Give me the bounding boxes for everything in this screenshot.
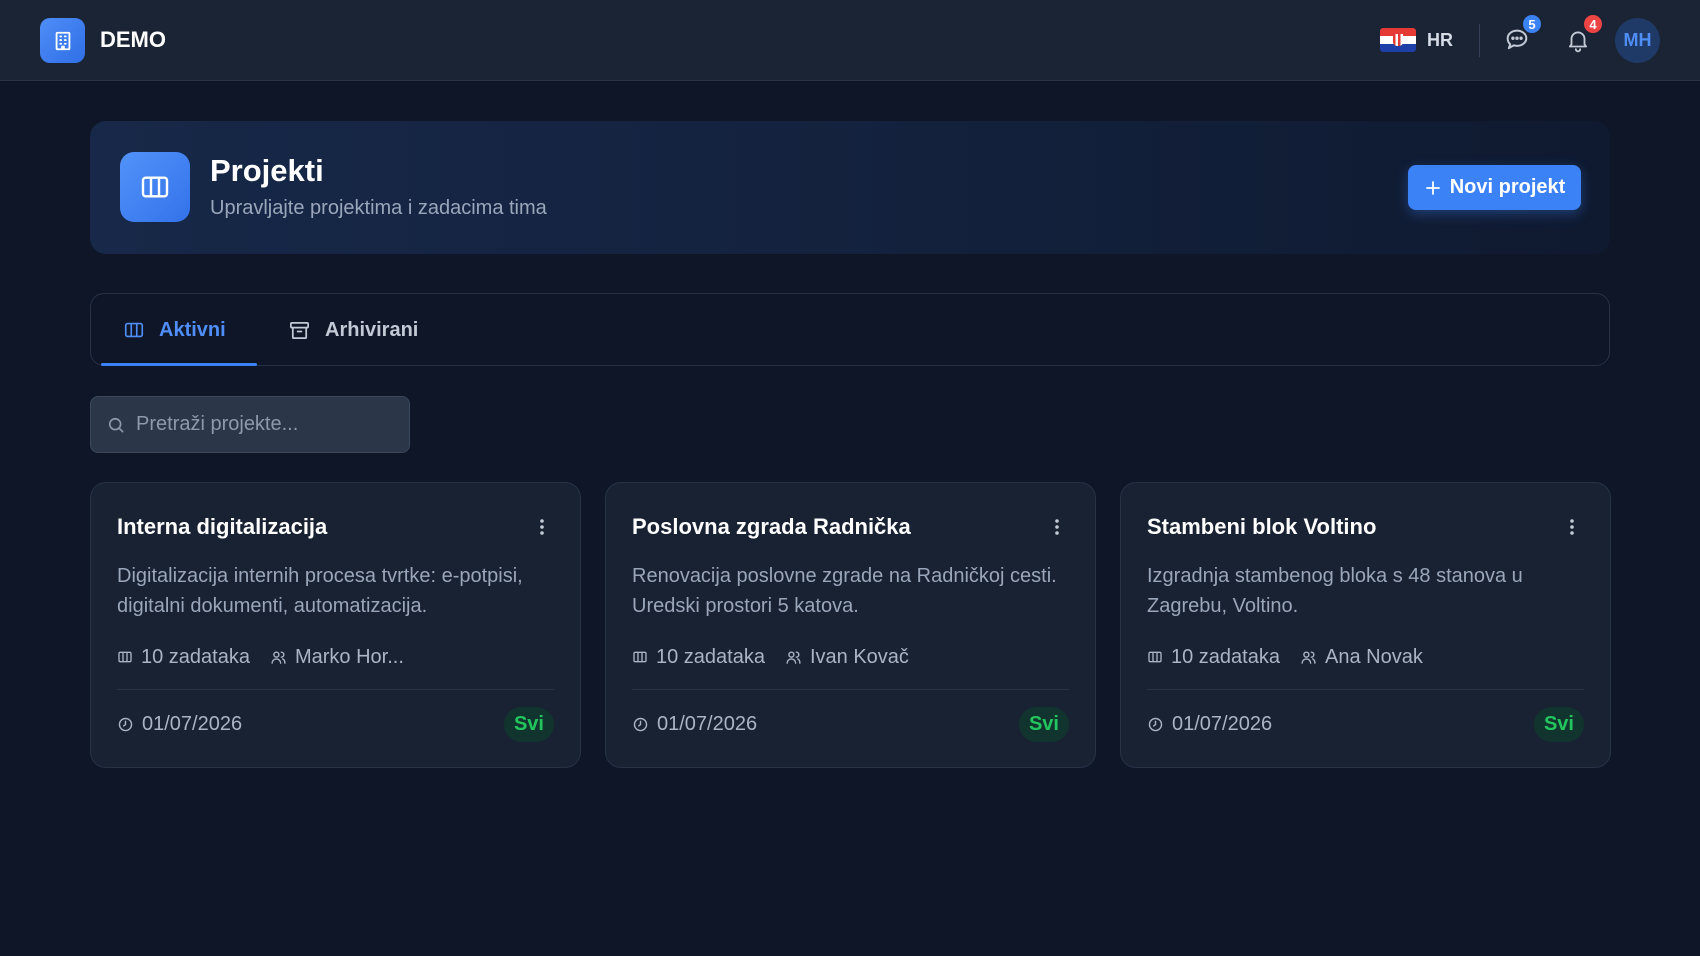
page-title: Projekti	[210, 153, 324, 188]
owner-name: Marko Hor...	[294, 645, 404, 668]
clock-icon	[633, 717, 648, 731]
new-project-label: Novi projekt	[1449, 176, 1566, 198]
clock-icon	[1148, 717, 1163, 731]
kebab-menu-icon	[1055, 519, 1059, 535]
project-title: Interna digitalizacija	[117, 514, 328, 539]
card-divider	[1147, 689, 1584, 690]
page-subtitle: Upravljajte projektima i zadacima tima	[210, 197, 547, 219]
clock-icon	[118, 717, 133, 731]
project-tabs: Aktivni Arhivirani	[90, 293, 1610, 366]
users-icon	[271, 650, 286, 664]
search-input[interactable]	[136, 413, 396, 436]
task-count-label: 10 zadataka	[656, 645, 765, 668]
notifications-button[interactable]: 4	[1560, 13, 1604, 58]
tab-label: Arhivirani	[325, 318, 419, 341]
visibility-badge: Svi	[1018, 707, 1069, 742]
project-description: Digitalizacija internih procesa tvrtke: …	[117, 565, 523, 617]
project-due-date: 01/07/2026	[632, 709, 757, 739]
language-code: HR	[1427, 29, 1453, 50]
archive-box-icon	[290, 321, 309, 339]
notifications-count-badge: 4	[1582, 13, 1604, 35]
header-icon-tile	[120, 152, 190, 222]
croatia-flag-icon	[1380, 28, 1416, 52]
messages-count-badge: 5	[1521, 13, 1543, 35]
project-owner: Ana Novak	[1300, 646, 1423, 669]
user-avatar[interactable]: MH	[1615, 18, 1660, 63]
card-menu-button[interactable]	[1047, 517, 1067, 537]
project-card[interactable]: Poslovna zgrada Radnička Renovacija posl…	[605, 482, 1096, 768]
task-count-label: 10 zadataka	[141, 645, 250, 668]
users-icon	[786, 650, 801, 664]
task-count-label: 10 zadataka	[1171, 645, 1280, 668]
project-meta: 10 zadataka Ana Novak	[1147, 642, 1423, 672]
visibility-badge: Svi	[503, 707, 554, 742]
top-bar: DEMO HR 5 4 MH	[0, 0, 1700, 81]
search-icon	[108, 417, 124, 432]
columns-icon	[118, 651, 132, 663]
tab-active-projects[interactable]: Aktivni	[101, 294, 257, 366]
project-due-date: 01/07/2026	[117, 709, 242, 739]
owner-name: Ivan Kovač	[809, 645, 909, 668]
project-description: Renovacija poslovne zgrade na Radničkoj …	[632, 565, 1057, 617]
columns-icon	[633, 651, 647, 663]
project-due-date: 01/07/2026	[1147, 709, 1272, 739]
divider	[1479, 24, 1480, 57]
card-divider	[117, 689, 554, 690]
task-count: 10 zadataka	[1147, 646, 1280, 669]
card-divider	[632, 689, 1069, 690]
date-label: 01/07/2026	[142, 712, 243, 735]
card-menu-button[interactable]	[1562, 517, 1582, 537]
new-project-button[interactable]: Novi projekt	[1408, 165, 1581, 210]
project-meta: 10 zadataka Marko Hor...	[117, 642, 404, 672]
tab-label: Aktivni	[159, 318, 226, 341]
project-owner: Marko Hor...	[270, 646, 404, 669]
plus-icon	[1425, 180, 1440, 195]
messages-button[interactable]: 5	[1499, 13, 1543, 58]
columns-icon	[1148, 651, 1162, 663]
project-owner: Ivan Kovač	[785, 646, 909, 669]
project-meta: 10 zadataka Ivan Kovač	[632, 642, 909, 672]
search-box	[90, 396, 410, 453]
building-icon	[55, 31, 70, 50]
project-card[interactable]: Interna digitalizacija Digitalizacija in…	[90, 482, 581, 768]
language-selector[interactable]: HR	[1380, 27, 1453, 53]
kebab-menu-icon	[1570, 519, 1574, 535]
page-header: Projekti Upravljajte projektima i zadaci…	[90, 121, 1610, 254]
task-count: 10 zadataka	[117, 646, 250, 669]
project-description: Izgradnja stambenog bloka s 48 stanova u…	[1147, 565, 1523, 617]
date-label: 01/07/2026	[1172, 712, 1273, 735]
users-icon	[1301, 650, 1316, 664]
tab-archived-projects[interactable]: Arhivirani	[288, 294, 418, 366]
card-menu-button[interactable]	[532, 517, 552, 537]
task-count: 10 zadataka	[632, 646, 765, 669]
visibility-badge: Svi	[1533, 707, 1584, 742]
project-title: Poslovna zgrada Radnička	[632, 514, 911, 539]
columns-icon	[124, 322, 144, 338]
owner-name: Ana Novak	[1324, 645, 1423, 668]
columns-icon	[141, 176, 169, 198]
date-label: 01/07/2026	[657, 712, 758, 735]
brand-name: DEMO	[100, 27, 166, 52]
project-title: Stambeni blok Voltino	[1147, 514, 1377, 539]
kebab-menu-icon	[540, 519, 544, 535]
project-card[interactable]: Stambeni blok Voltino Izgradnja stambeno…	[1120, 482, 1611, 768]
brand-logo[interactable]	[40, 18, 85, 63]
